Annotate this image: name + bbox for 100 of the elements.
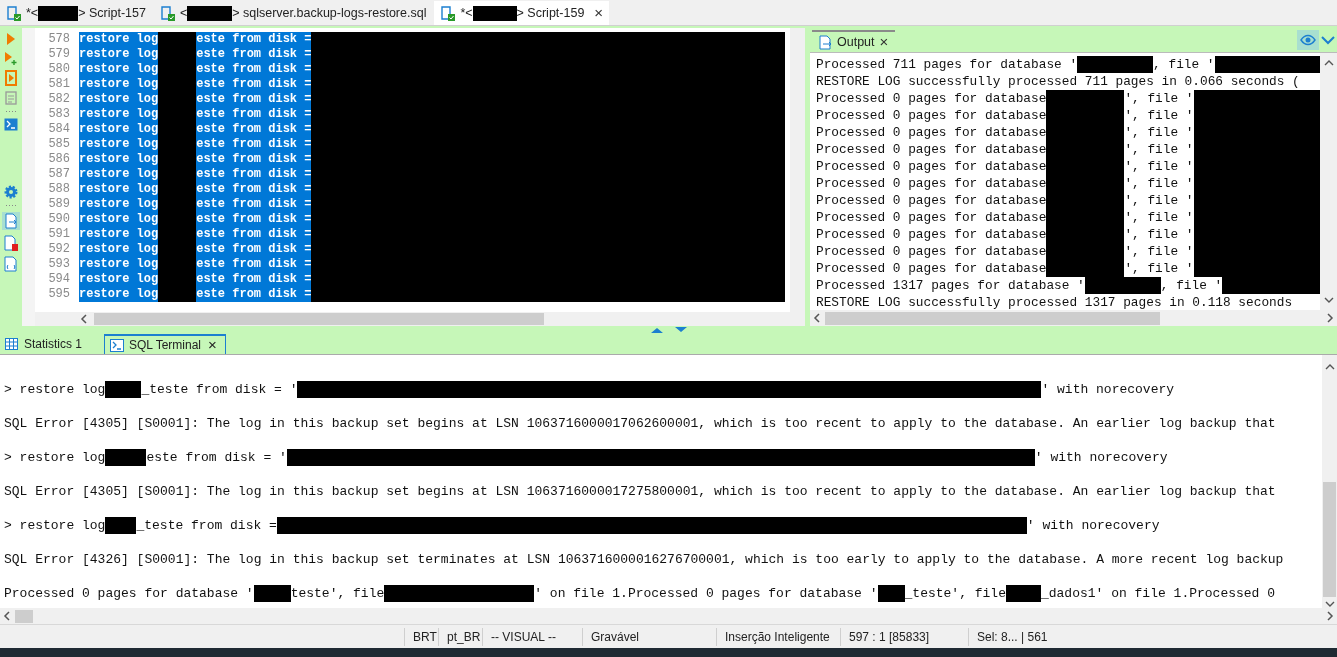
close-icon[interactable]: × <box>208 333 217 357</box>
output-text: Processed 0 pages for database <box>816 90 1047 107</box>
terminal-text: _teste from disk = ' <box>141 381 298 398</box>
scroll-right-icon[interactable] <box>1326 313 1334 323</box>
output-text: Processed 0 pages for database <box>816 107 1047 124</box>
redaction-block <box>187 5 233 21</box>
code-text: restore log <box>79 47 159 62</box>
code-text: restore log <box>79 197 159 212</box>
status-item: Inserção Inteligente <box>716 627 840 646</box>
script-file-icon <box>6 5 22 21</box>
code-text: restore log <box>79 227 159 242</box>
close-icon[interactable]: × <box>594 1 604 25</box>
eye-icon[interactable] <box>1297 30 1319 50</box>
output-text: ', file ' <box>1124 175 1194 192</box>
document-variable-icon[interactable] <box>4 256 18 272</box>
code-text: restore log <box>79 272 159 287</box>
scroll-up-icon[interactable] <box>1324 363 1335 370</box>
terminal-text: SQL Error [4326] [S0001]: The log in this backup set terminates at LSN 1063716000016276700001, which is too early to apply to the database. A more recent log backup <box>4 551 1284 568</box>
terminal-text: _dados1' on file 1.Processed 0 <box>1040 585 1275 602</box>
scrollbar-thumb[interactable] <box>94 313 544 325</box>
tab-label: Output <box>837 33 875 51</box>
vertical-scrollbar[interactable] <box>1320 53 1337 310</box>
scrollbar-thumb[interactable] <box>15 609 33 623</box>
tab-label: *< <box>460 5 473 21</box>
line-number: 580 <box>47 62 71 77</box>
code-text: este from disk = <box>196 77 312 92</box>
output-text: , file ' <box>1153 56 1215 73</box>
document-icon[interactable] <box>5 91 17 105</box>
line-number: 594 <box>47 272 71 287</box>
output-text: Processed 0 pages for database <box>816 175 1047 192</box>
code-text: este from disk = <box>196 197 312 212</box>
terminal-text: ' with norecovery <box>1034 449 1168 466</box>
line-number: 578 <box>47 32 71 47</box>
output-text: ', file ' <box>1124 124 1194 141</box>
redaction-block <box>105 517 137 534</box>
output-text: Processed 0 pages for database <box>816 124 1047 141</box>
more-icon[interactable] <box>5 204 17 207</box>
bottom-tab[interactable]: Statistics 1 <box>0 334 104 354</box>
close-icon[interactable]: × <box>879 30 889 54</box>
line-number: 591 <box>47 227 71 242</box>
output-text: ', file ' <box>1124 260 1194 277</box>
bottom-tab[interactable]: SQL Terminal × <box>104 334 226 354</box>
output-text: Processed 0 pages for database <box>816 243 1047 260</box>
line-number: 589 <box>47 197 71 212</box>
output-text: Processed 711 pages for database ' <box>816 56 1078 73</box>
output-text: ', file ' <box>1124 90 1194 107</box>
terminal-icon[interactable] <box>4 118 18 131</box>
code-text: restore log <box>79 152 159 167</box>
code-text: restore log <box>79 212 159 227</box>
line-number: 595 <box>47 287 71 302</box>
redaction-block <box>1005 585 1041 602</box>
line-number: 585 <box>47 137 71 152</box>
code-text: este from disk = <box>196 32 312 47</box>
scroll-down-icon[interactable] <box>1324 601 1335 608</box>
editor-tab[interactable]: *< > Script-159 × <box>434 1 610 25</box>
run-add-icon[interactable] <box>4 51 18 65</box>
more-icon[interactable] <box>5 110 17 113</box>
code-text: restore log <box>79 32 159 47</box>
redaction-block <box>472 5 517 21</box>
terminal-text: este from disk = ' <box>146 449 287 466</box>
redaction-block <box>158 32 197 47</box>
code-text: este from disk = <box>196 47 312 62</box>
scroll-left-icon[interactable] <box>813 313 821 323</box>
code-text: restore log <box>79 167 159 182</box>
code-text: este from disk = <box>196 272 312 287</box>
output-text: ', file ' <box>1124 243 1194 260</box>
code-text: este from disk = <box>196 227 312 242</box>
line-number: 592 <box>47 242 71 257</box>
output-text: Processed 0 pages for database <box>816 260 1047 277</box>
line-number: 586 <box>47 152 71 167</box>
redaction-block <box>877 585 905 602</box>
vertical-scrollbar[interactable] <box>790 28 805 312</box>
scroll-up-icon[interactable] <box>1323 59 1334 66</box>
code-text: restore log <box>79 242 159 257</box>
line-number: 579 <box>47 47 71 62</box>
redaction-block <box>38 5 79 21</box>
run-icon[interactable] <box>6 32 16 46</box>
export-document-icon[interactable] <box>2 212 20 230</box>
line-number: 581 <box>47 77 71 92</box>
redaction-block <box>158 287 197 302</box>
script-run-icon[interactable] <box>4 70 18 86</box>
scroll-down-icon[interactable] <box>1323 297 1334 304</box>
output-text: ', file ' <box>1124 158 1194 175</box>
grid-icon <box>5 337 19 351</box>
terminal-text: ' on file 1.Processed 0 pages for database ' <box>534 585 878 602</box>
settings-icon[interactable] <box>4 185 18 199</box>
document-warning-icon[interactable] <box>4 235 18 251</box>
document-export-icon <box>819 34 832 50</box>
scrollbar-thumb[interactable] <box>825 311 1160 325</box>
code-text: este from disk = <box>196 137 312 152</box>
output-text: Processed 0 pages for database <box>816 209 1047 226</box>
scroll-left-icon[interactable] <box>3 611 11 621</box>
scroll-right-icon[interactable] <box>1326 611 1334 621</box>
scrollbar-thumb[interactable] <box>1323 482 1336 597</box>
output-text: Processed 0 pages for database <box>816 158 1047 175</box>
vertical-scrollbar[interactable] <box>1322 355 1337 608</box>
code-text: este from disk = <box>196 107 312 122</box>
redaction-block <box>105 449 147 466</box>
chevron-down-icon[interactable] <box>1321 35 1335 45</box>
output-tab[interactable]: Output × <box>812 30 896 52</box>
